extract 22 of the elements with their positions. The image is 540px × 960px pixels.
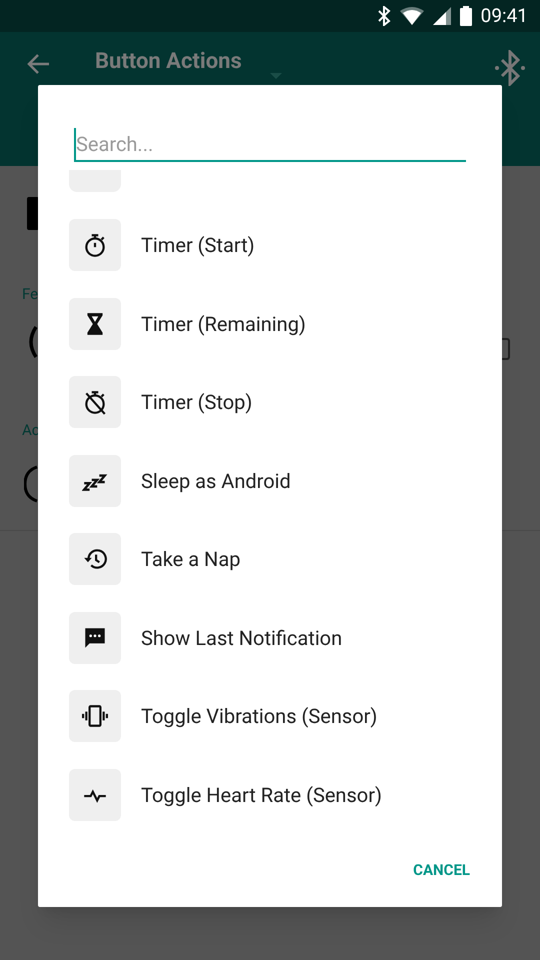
list-item[interactable]: Take a Nap (69, 533, 502, 585)
cancel-button[interactable]: CANCEL (405, 852, 478, 887)
section-label: Ac (22, 420, 40, 441)
list-item[interactable]: Toggle Vibrations (Sensor) (69, 690, 502, 742)
back-arrow-icon (26, 53, 50, 75)
list-item[interactable]: Timer (Start) (69, 219, 502, 271)
bluetooth-icon (494, 50, 526, 86)
battery-icon (460, 6, 472, 26)
list-item[interactable]: Timer (Stop) (69, 376, 502, 428)
list-item[interactable]: Timer (Remaining) (69, 298, 502, 350)
search-field[interactable]: Search... (74, 128, 466, 162)
dropdown-caret-icon (270, 73, 282, 79)
section-label: Fe (22, 284, 38, 305)
wifi-icon (400, 7, 424, 25)
status-time: 09:41 (480, 2, 528, 29)
vibrating-phone-icon (82, 703, 108, 729)
list-item[interactable]: Show Last Notification (69, 612, 502, 664)
bluetooth-icon (376, 6, 391, 26)
signal-icon (432, 7, 451, 25)
toolbar-title: Button Actions (95, 48, 242, 76)
list-item[interactable]: Sleep as Android (69, 454, 502, 506)
list-item[interactable]: Toggle Heart Rate (Sensor) (69, 768, 502, 820)
